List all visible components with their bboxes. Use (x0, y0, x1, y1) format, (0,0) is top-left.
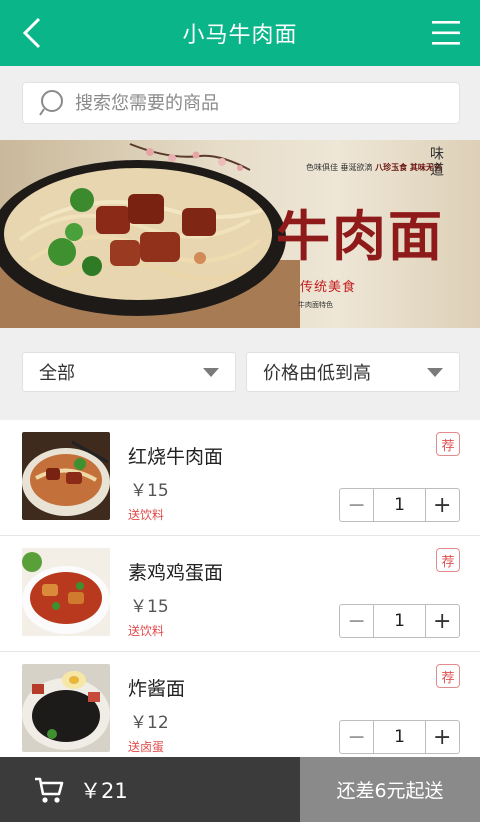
banner-badge: 传统美食 (300, 280, 357, 295)
quantity-stepper: − 1 + (339, 604, 460, 638)
banner-title: 牛肉面 (276, 204, 444, 268)
page-title: 小马牛肉面 (182, 23, 298, 48)
product-item[interactable]: 炸酱面 ￥12 送卤蛋 荐 − 1 + (0, 652, 480, 768)
dropdown-arrow-icon (203, 367, 219, 377)
sort-select-value: 价格由低到高 (263, 363, 371, 384)
recommend-badge: 荐 (436, 548, 460, 572)
product-price: ￥15 (130, 481, 169, 501)
product-item[interactable]: 素鸡鸡蛋面 ￥15 送饮料 荐 − 1 + (0, 536, 480, 652)
cart-total: ￥21 (80, 778, 128, 803)
chevron-left-icon (22, 17, 41, 49)
product-thumbnail (22, 548, 110, 636)
product-item[interactable]: 红烧牛肉面 ￥15 送饮料 荐 − 1 + (0, 420, 480, 536)
increase-button[interactable]: + (426, 489, 459, 521)
promo-banner[interactable]: 色味俱佳 垂涎欲滴 八珍玉食 其味无穷 味道 牛肉面 传统美食 牛肉面特色 (0, 140, 480, 328)
category-select-value: 全部 (39, 363, 75, 384)
app-header: 小马牛肉面 (0, 0, 480, 66)
banner-caption: 牛肉面特色 (298, 301, 333, 309)
product-name: 炸酱面 (128, 678, 186, 700)
cart-icon (35, 777, 64, 803)
quantity-value[interactable]: 1 (373, 721, 426, 753)
cart-bar: ￥21 还差6元起送 (0, 757, 480, 822)
cart-summary[interactable]: ￥21 (0, 757, 300, 822)
product-name: 素鸡鸡蛋面 (128, 562, 224, 584)
search-icon (39, 90, 63, 116)
checkout-button[interactable]: 还差6元起送 (300, 757, 480, 822)
hamburger-menu-icon (432, 21, 460, 45)
quantity-stepper: − 1 + (339, 488, 460, 522)
filter-bar: 全部 价格由低到高 (0, 328, 480, 412)
increase-button[interactable]: + (426, 605, 459, 637)
banner-slogan: 色味俱佳 垂涎欲滴 八珍玉食 其味无穷 (306, 163, 442, 172)
product-list: 红烧牛肉面 ￥15 送饮料 荐 − 1 + 素鸡鸡蛋面 ￥15 送饮料 荐 − … (0, 420, 480, 768)
quantity-stepper: − 1 + (339, 720, 460, 754)
menu-button[interactable] (432, 20, 462, 46)
recommend-badge: 荐 (436, 664, 460, 688)
quantity-value[interactable]: 1 (373, 605, 426, 637)
search-area (0, 66, 480, 140)
sort-select[interactable]: 价格由低到高 (246, 352, 460, 392)
decrease-button[interactable]: − (340, 489, 373, 521)
product-name: 红烧牛肉面 (128, 446, 224, 468)
banner-weidao: 味道 (428, 146, 444, 178)
decrease-button[interactable]: − (340, 721, 373, 753)
quantity-value[interactable]: 1 (373, 489, 426, 521)
product-gift: 送饮料 (128, 508, 165, 522)
dropdown-arrow-icon (427, 367, 443, 377)
product-thumbnail (22, 664, 110, 752)
product-gift: 送饮料 (128, 624, 165, 638)
search-input[interactable] (75, 92, 435, 114)
decrease-button[interactable]: − (340, 605, 373, 637)
product-price: ￥12 (130, 713, 169, 733)
product-gift: 送卤蛋 (128, 740, 165, 754)
product-thumbnail (22, 432, 110, 520)
back-button[interactable] (14, 13, 50, 53)
product-price: ￥15 (130, 597, 169, 617)
recommend-badge: 荐 (436, 432, 460, 456)
increase-button[interactable]: + (426, 721, 459, 753)
search-box[interactable] (22, 82, 460, 124)
category-select[interactable]: 全部 (22, 352, 236, 392)
